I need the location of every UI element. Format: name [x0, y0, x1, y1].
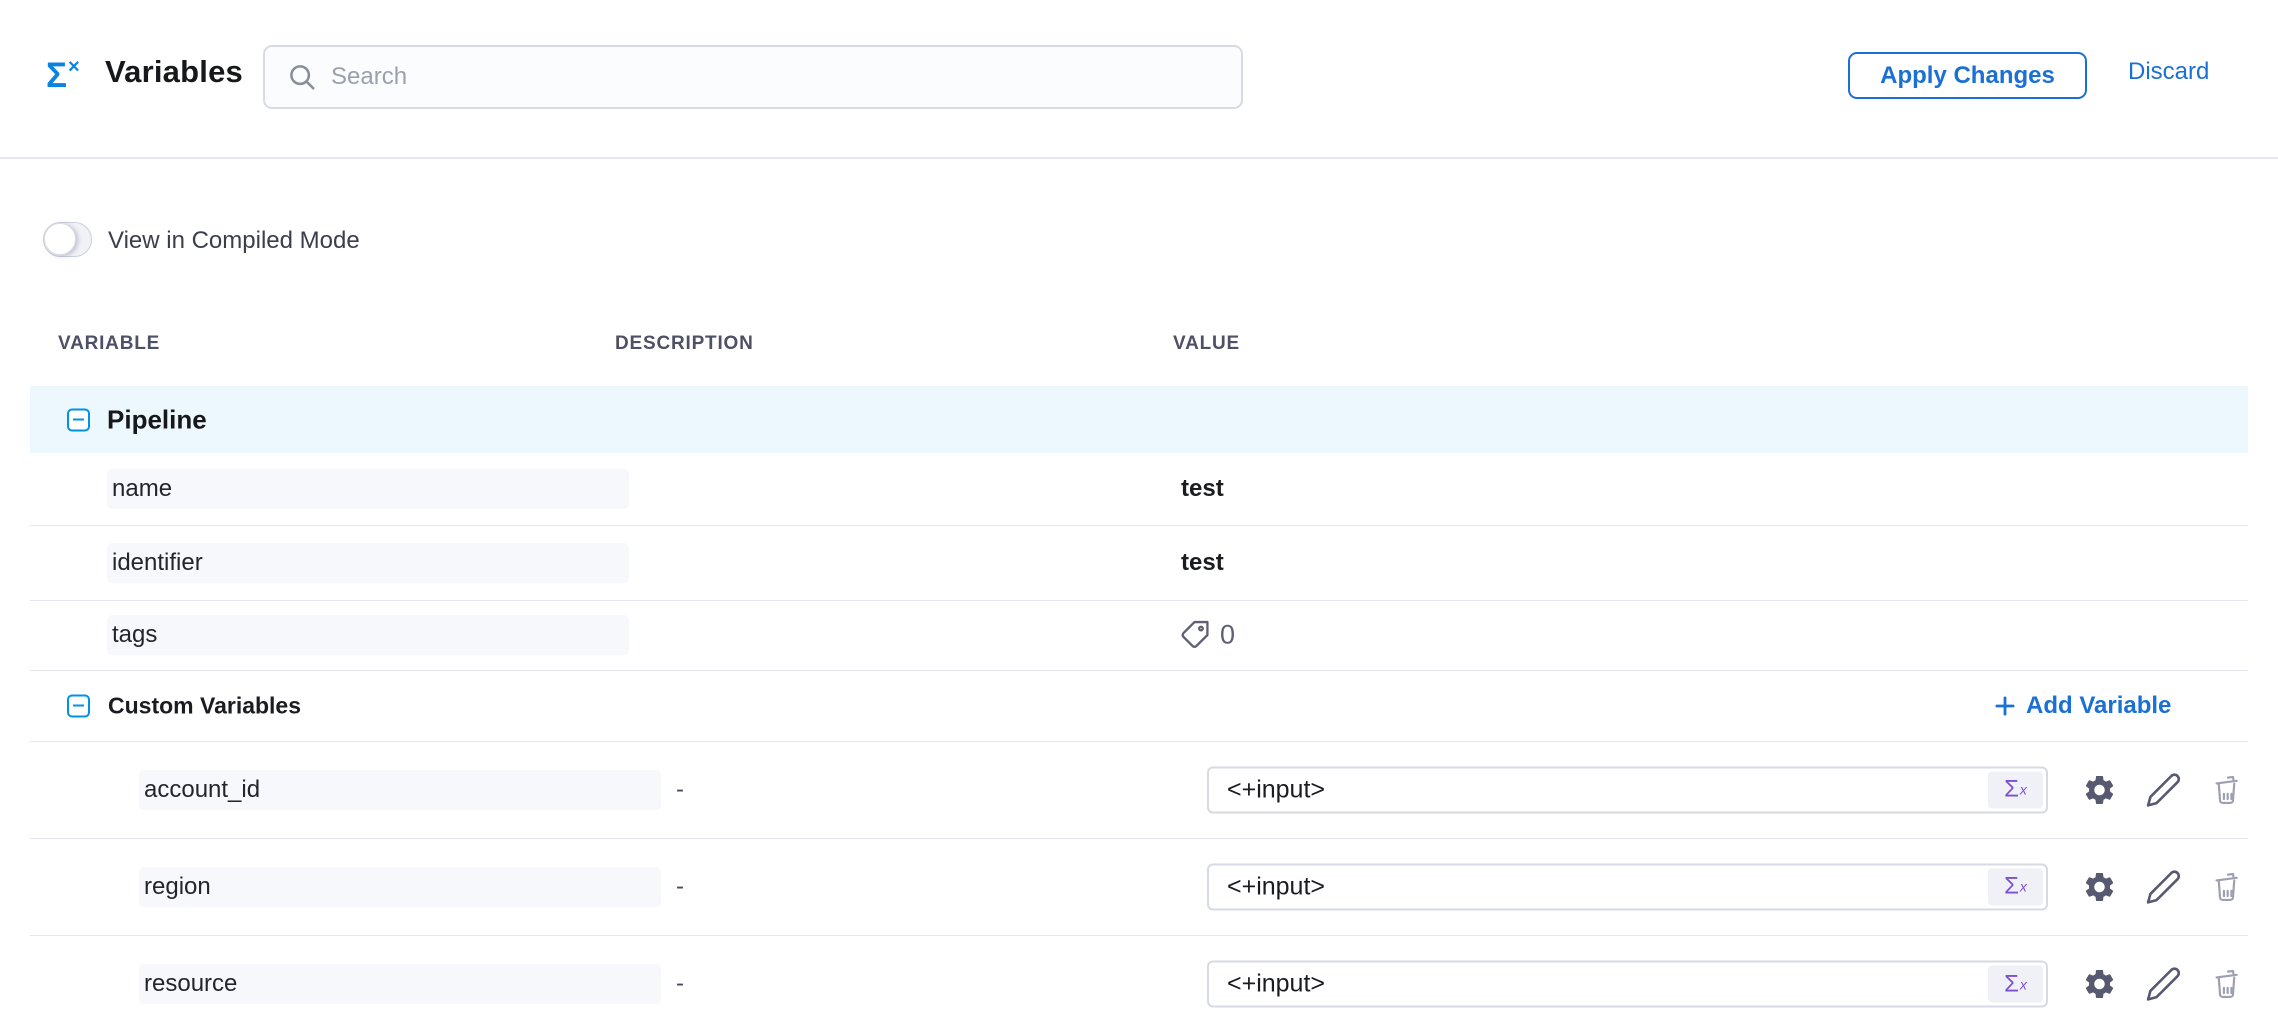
table-row: name test: [30, 453, 2248, 526]
variable-name-pill: tags: [107, 615, 629, 655]
variables-table: Pipeline name test identifier test tags …: [30, 386, 2248, 1033]
table-row: account_id - <+input> Σx: [30, 742, 2248, 839]
discard-button[interactable]: Discard: [2128, 58, 2209, 86]
runtime-input-field[interactable]: <+input> Σx: [1207, 961, 2048, 1008]
pencil-icon[interactable]: [2145, 771, 2182, 808]
description-cell: -: [676, 970, 684, 998]
runtime-input-value: <+input>: [1227, 775, 1325, 804]
trash-icon[interactable]: [2211, 774, 2242, 805]
gear-icon[interactable]: [2082, 967, 2117, 1002]
variable-value: test: [1181, 549, 1224, 577]
variable-name-pill: account_id: [139, 770, 661, 810]
search-box[interactable]: [263, 45, 1243, 109]
column-header-variable: VARIABLE: [58, 333, 160, 355]
variable-name-pill: region: [139, 867, 661, 907]
runtime-input-type-chip[interactable]: Σx: [1988, 868, 2043, 905]
variable-name-pill: resource: [139, 964, 661, 1004]
compiled-mode-toggle[interactable]: [43, 222, 92, 257]
runtime-input-value: <+input>: [1227, 872, 1325, 901]
description-cell: -: [676, 873, 684, 901]
tags-value: 0: [1179, 620, 1235, 651]
group-row-pipeline[interactable]: Pipeline: [30, 386, 2248, 453]
runtime-input-type-chip[interactable]: Σx: [1988, 966, 2043, 1003]
table-row: tags 0: [30, 601, 2248, 671]
group-row-custom-variables[interactable]: Custom Variables Add Variable: [30, 671, 2248, 742]
gear-icon[interactable]: [2082, 869, 2117, 904]
apply-changes-button[interactable]: Apply Changes: [1848, 52, 2087, 99]
column-header-description: DESCRIPTION: [615, 333, 754, 355]
add-variable-button[interactable]: Add Variable: [1992, 692, 2171, 720]
runtime-input-value: <+input>: [1227, 970, 1325, 999]
compiled-mode-toggle-label: View in Compiled Mode: [108, 227, 360, 255]
variable-value: test: [1181, 475, 1224, 503]
toggle-knob[interactable]: [44, 223, 76, 255]
column-header-value: VALUE: [1173, 333, 1240, 355]
table-row: identifier test: [30, 526, 2248, 601]
pencil-icon[interactable]: [2145, 868, 2182, 905]
group-title: Custom Variables: [108, 692, 301, 719]
add-variable-label: Add Variable: [2026, 692, 2171, 720]
tag-icon: [1179, 620, 1210, 651]
gear-icon[interactable]: [2082, 772, 2117, 807]
description-cell: -: [676, 776, 684, 804]
runtime-input-field[interactable]: <+input> Σx: [1207, 863, 2048, 910]
header-bar: Σ× Variables Apply Changes Discard: [0, 0, 2278, 157]
runtime-input-type-chip[interactable]: Σx: [1988, 771, 2043, 808]
tags-count: 0: [1220, 620, 1235, 651]
runtime-input-field[interactable]: <+input> Σx: [1207, 766, 2048, 813]
header-divider: [0, 157, 2278, 159]
table-row: region - <+input> Σx: [30, 839, 2248, 936]
variable-name-pill: name: [107, 469, 629, 509]
collapse-minus-icon[interactable]: [67, 694, 90, 717]
page-title: Variables: [105, 54, 243, 90]
group-title: Pipeline: [107, 404, 207, 435]
search-input[interactable]: [331, 63, 1191, 91]
table-header: VARIABLE DESCRIPTION VALUE: [30, 333, 2248, 357]
search-icon: [287, 62, 317, 92]
table-row: resource - <+input> Σx: [30, 936, 2248, 1033]
variables-panel: Σ× Variables Apply Changes Discard View …: [0, 0, 2278, 1036]
sigma-variables-icon: Σ×: [46, 56, 80, 93]
pencil-icon[interactable]: [2145, 966, 2182, 1003]
plus-icon: [1992, 693, 2018, 719]
trash-icon[interactable]: [2211, 969, 2242, 1000]
trash-icon[interactable]: [2211, 871, 2242, 902]
variable-name-pill: identifier: [107, 543, 629, 583]
collapse-minus-icon[interactable]: [67, 408, 90, 431]
